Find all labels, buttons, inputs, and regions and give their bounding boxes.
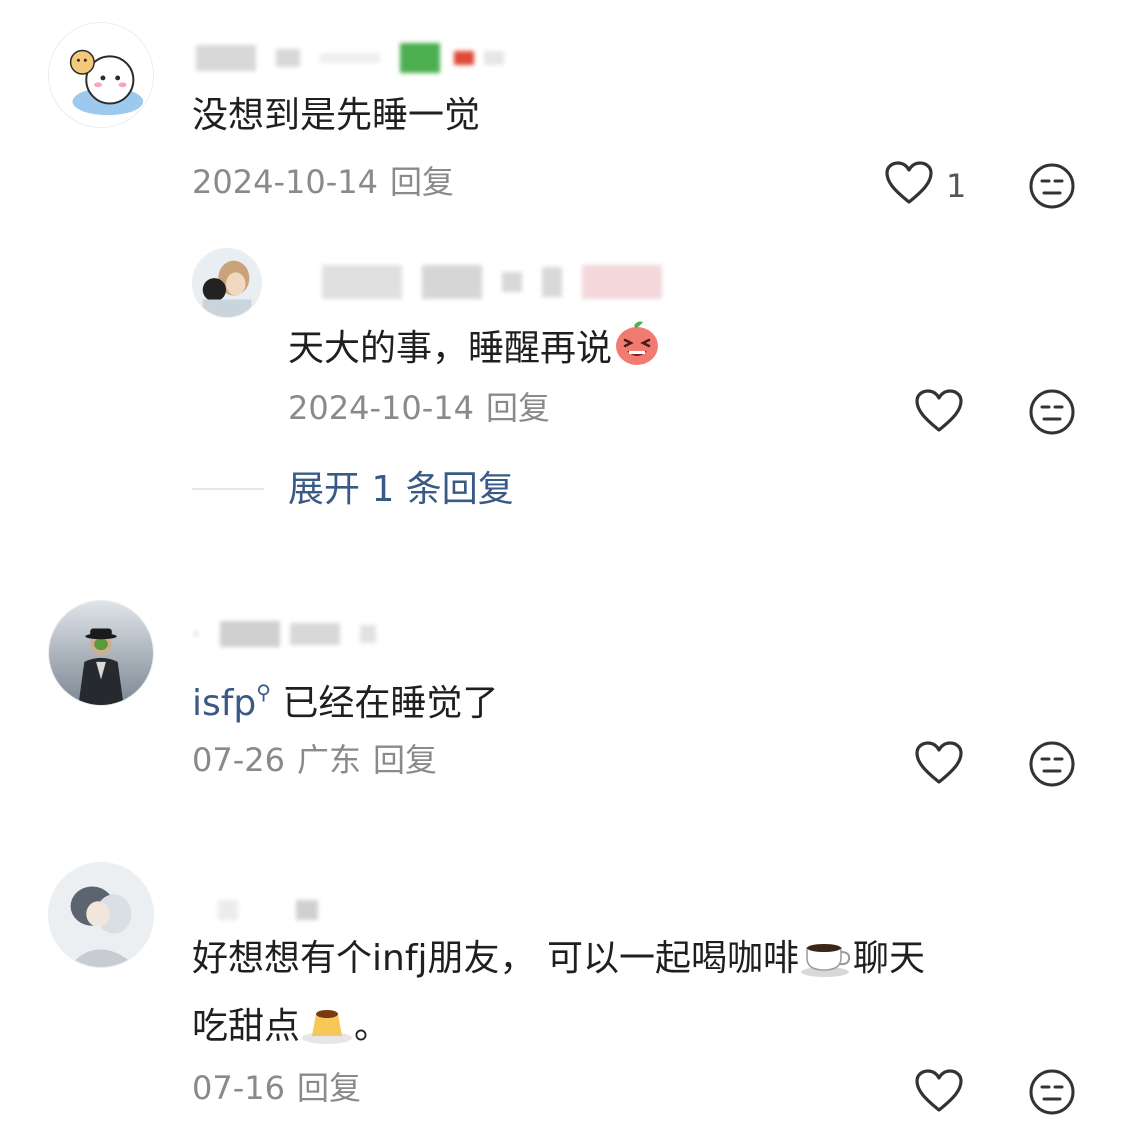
comment-meta: 07-16 回复 <box>192 1068 361 1108</box>
avatar[interactable] <box>48 22 154 128</box>
reply-meta: 2024-10-14 回复 <box>288 388 550 428</box>
neutral-face-icon[interactable] <box>1028 1068 1076 1116</box>
neutral-face-icon[interactable] <box>1028 388 1076 436</box>
reply-text: 天大的事，睡醒再说 <box>288 318 662 381</box>
username-obscured[interactable] <box>194 614 376 654</box>
username-obscured[interactable] <box>218 890 318 930</box>
neutral-face-icon[interactable] <box>1028 740 1076 788</box>
heart-outline-icon[interactable] <box>914 740 964 786</box>
reply-button[interactable]: 回复 <box>373 741 437 779</box>
mbti-tag-link[interactable]: isfp⚲ <box>192 680 271 724</box>
heart-outline-icon[interactable] <box>884 160 934 206</box>
avatar[interactable] <box>48 862 154 968</box>
expand-replies-button[interactable]: 展开 1 条回复 <box>288 468 514 512</box>
comment-text-tail: 聊天 <box>852 938 925 979</box>
heart-outline-icon[interactable] <box>914 1068 964 1114</box>
heart-outline-icon[interactable] <box>914 388 964 434</box>
neutral-face-icon[interactable] <box>1028 162 1076 210</box>
comment-text-tail-2: 。 <box>354 1006 391 1047</box>
like-count: 1 <box>946 167 967 205</box>
reply-button[interactable]: 回复 <box>390 163 454 201</box>
reply-text-body: 天大的事，睡醒再说 <box>288 328 613 369</box>
comment-text-line1: 好想想有个infj朋友， 可以一起喝咖啡 聊天 <box>192 932 925 991</box>
comment-meta: 2024-10-14 回复 <box>192 162 454 202</box>
comment-date: 2024-10-14 <box>192 163 378 201</box>
reply-avatar[interactable] <box>192 248 262 318</box>
reply-reply-button[interactable]: 回复 <box>486 389 550 427</box>
comment-text-body: 已经在睡觉了 <box>282 683 499 724</box>
avatar[interactable] <box>48 600 154 706</box>
comment-location: 广东 <box>296 741 361 779</box>
coffee-cup-emoji <box>799 932 853 991</box>
comment-text-body-2: 吃甜点 <box>192 1006 301 1047</box>
comment-date: 07-26 <box>192 741 285 779</box>
comment-text-line2: 吃甜点 。 <box>192 1000 390 1059</box>
username-obscured[interactable] <box>196 38 504 78</box>
search-icon: ⚲ <box>256 680 271 704</box>
comment-text: isfp⚲ 已经在睡觉了 <box>192 668 498 728</box>
pudding-emoji <box>300 1000 354 1059</box>
comment-meta: 07-26 广东 回复 <box>192 740 437 780</box>
comment-date: 07-16 <box>192 1069 285 1107</box>
laughing-peach-emoji <box>612 318 662 381</box>
comment-text-body: 好想想有个infj朋友， 可以一起喝咖啡 <box>192 938 799 979</box>
reply-button[interactable]: 回复 <box>297 1069 361 1107</box>
reply-username-obscured[interactable] <box>322 262 662 302</box>
expand-divider <box>192 488 264 490</box>
reply-date: 2024-10-14 <box>288 389 474 427</box>
comment-text: 没想到是先睡一觉 <box>192 95 481 136</box>
